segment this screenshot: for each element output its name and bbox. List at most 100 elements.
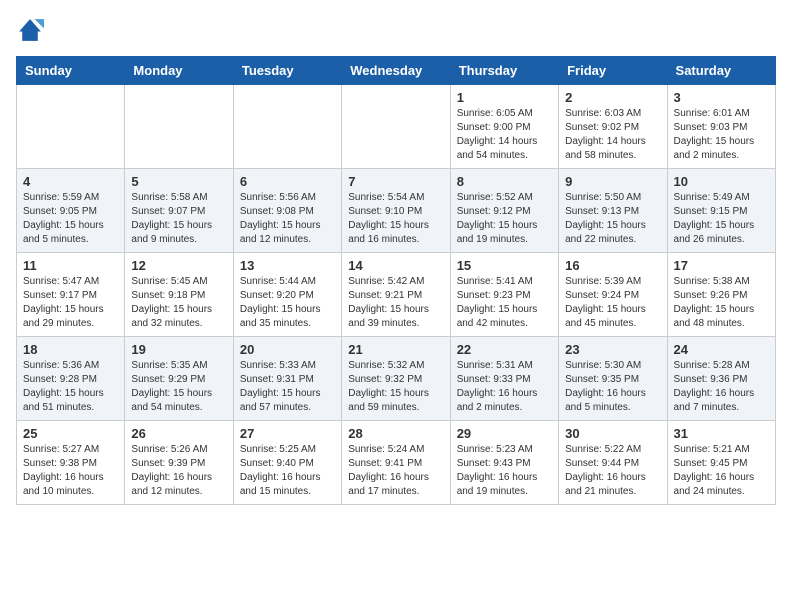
day-info: Sunrise: 5:56 AM Sunset: 9:08 PM Dayligh… (240, 191, 335, 247)
calendar-cell: 11 Sunrise: 5:47 AM Sunset: 9:17 PM Dayli… (17, 253, 125, 337)
day-info: Sunrise: 5:35 AM Sunset: 9:29 PM Dayligh… (131, 359, 226, 415)
calendar-cell: 2 Sunrise: 6:03 AM Sunset: 9:02 PM Daylig… (559, 85, 667, 169)
day-info: Sunrise: 5:24 AM Sunset: 9:41 PM Dayligh… (348, 443, 443, 499)
day-info: Sunrise: 6:01 AM Sunset: 9:03 PM Dayligh… (674, 107, 769, 163)
calendar-cell: 14 Sunrise: 5:42 AM Sunset: 9:21 PM Dayli… (342, 253, 450, 337)
day-number: 8 (457, 174, 552, 189)
calendar-cell: 16 Sunrise: 5:39 AM Sunset: 9:24 PM Dayli… (559, 253, 667, 337)
day-number: 17 (674, 258, 769, 273)
day-number: 9 (565, 174, 660, 189)
calendar-cell (17, 85, 125, 169)
day-number: 25 (23, 426, 118, 441)
day-number: 5 (131, 174, 226, 189)
calendar-cell: 21 Sunrise: 5:32 AM Sunset: 9:32 PM Dayli… (342, 337, 450, 421)
day-info: Sunrise: 5:44 AM Sunset: 9:20 PM Dayligh… (240, 275, 335, 331)
day-number: 26 (131, 426, 226, 441)
day-number: 30 (565, 426, 660, 441)
day-number: 2 (565, 90, 660, 105)
calendar-cell: 3Sunrise: 6:01 AM Sunset: 9:03 PM Daylig… (667, 85, 775, 169)
day-info: Sunrise: 5:27 AM Sunset: 9:38 PM Dayligh… (23, 443, 118, 499)
day-info: Sunrise: 5:33 AM Sunset: 9:31 PM Dayligh… (240, 359, 335, 415)
day-info: Sunrise: 5:58 AM Sunset: 9:07 PM Dayligh… (131, 191, 226, 247)
weekday-header-thursday: Thursday (450, 57, 558, 85)
day-info: Sunrise: 5:59 AM Sunset: 9:05 PM Dayligh… (23, 191, 118, 247)
calendar-cell: 1Sunrise: 6:05 AM Sunset: 9:00 PM Daylig… (450, 85, 558, 169)
calendar-cell: 28Sunrise: 5:24 AM Sunset: 9:41 PM Dayli… (342, 421, 450, 505)
weekday-header-monday: Monday (125, 57, 233, 85)
calendar-table: SundayMondayTuesdayWednesdayThursdayFrid… (16, 56, 776, 505)
day-info: Sunrise: 5:41 AM Sunset: 9:23 PM Dayligh… (457, 275, 552, 331)
day-number: 18 (23, 342, 118, 357)
day-info: Sunrise: 5:45 AM Sunset: 9:18 PM Dayligh… (131, 275, 226, 331)
day-number: 12 (131, 258, 226, 273)
calendar-week-2: 4 Sunrise: 5:59 AM Sunset: 9:05 PM Daylig… (17, 169, 776, 253)
day-info: Sunrise: 5:36 AM Sunset: 9:28 PM Dayligh… (23, 359, 118, 415)
day-info: Sunrise: 5:47 AM Sunset: 9:17 PM Dayligh… (23, 275, 118, 331)
day-number: 4 (23, 174, 118, 189)
day-info: Sunrise: 5:49 AM Sunset: 9:15 PM Dayligh… (674, 191, 769, 247)
calendar-cell: 27Sunrise: 5:25 AM Sunset: 9:40 PM Dayli… (233, 421, 341, 505)
weekday-header-wednesday: Wednesday (342, 57, 450, 85)
weekday-header-row: SundayMondayTuesdayWednesdayThursdayFrid… (17, 57, 776, 85)
day-number: 29 (457, 426, 552, 441)
calendar-cell: 25 Sunrise: 5:27 AM Sunset: 9:38 PM Dayli… (17, 421, 125, 505)
calendar-week-3: 11 Sunrise: 5:47 AM Sunset: 9:17 PM Dayli… (17, 253, 776, 337)
day-number: 19 (131, 342, 226, 357)
calendar-cell: 24Sunrise: 5:28 AM Sunset: 9:36 PM Dayli… (667, 337, 775, 421)
calendar-cell (233, 85, 341, 169)
day-info: Sunrise: 5:23 AM Sunset: 9:43 PM Dayligh… (457, 443, 552, 499)
calendar-cell (125, 85, 233, 169)
calendar-cell: 20 Sunrise: 5:33 AM Sunset: 9:31 PM Dayli… (233, 337, 341, 421)
day-info: Sunrise: 5:21 AM Sunset: 9:45 PM Dayligh… (674, 443, 769, 499)
day-info: Sunrise: 5:22 AM Sunset: 9:44 PM Dayligh… (565, 443, 660, 499)
calendar-cell: 30 Sunrise: 5:22 AM Sunset: 9:44 PM Dayli… (559, 421, 667, 505)
calendar-cell: 23 Sunrise: 5:30 AM Sunset: 9:35 PM Dayli… (559, 337, 667, 421)
weekday-header-friday: Friday (559, 57, 667, 85)
calendar-cell: 9 Sunrise: 5:50 AM Sunset: 9:13 PM Daylig… (559, 169, 667, 253)
day-number: 14 (348, 258, 443, 273)
day-number: 16 (565, 258, 660, 273)
day-info: Sunrise: 5:39 AM Sunset: 9:24 PM Dayligh… (565, 275, 660, 331)
calendar-cell: 18 Sunrise: 5:36 AM Sunset: 9:28 PM Dayli… (17, 337, 125, 421)
calendar-week-4: 18 Sunrise: 5:36 AM Sunset: 9:28 PM Dayli… (17, 337, 776, 421)
calendar-cell: 10 Sunrise: 5:49 AM Sunset: 9:15 PM Dayli… (667, 169, 775, 253)
weekday-header-tuesday: Tuesday (233, 57, 341, 85)
day-info: Sunrise: 5:54 AM Sunset: 9:10 PM Dayligh… (348, 191, 443, 247)
calendar-cell: 31 Sunrise: 5:21 AM Sunset: 9:45 PM Dayli… (667, 421, 775, 505)
day-info: Sunrise: 5:42 AM Sunset: 9:21 PM Dayligh… (348, 275, 443, 331)
calendar-cell: 7Sunrise: 5:54 AM Sunset: 9:10 PM Daylig… (342, 169, 450, 253)
calendar-cell: 5 Sunrise: 5:58 AM Sunset: 9:07 PM Daylig… (125, 169, 233, 253)
day-info: Sunrise: 5:38 AM Sunset: 9:26 PM Dayligh… (674, 275, 769, 331)
day-info: Sunrise: 5:30 AM Sunset: 9:35 PM Dayligh… (565, 359, 660, 415)
calendar-week-1: 1Sunrise: 6:05 AM Sunset: 9:00 PM Daylig… (17, 85, 776, 169)
logo-icon (16, 16, 44, 44)
calendar-cell: 13Sunrise: 5:44 AM Sunset: 9:20 PM Dayli… (233, 253, 341, 337)
day-info: Sunrise: 6:03 AM Sunset: 9:02 PM Dayligh… (565, 107, 660, 163)
calendar-cell: 12 Sunrise: 5:45 AM Sunset: 9:18 PM Dayli… (125, 253, 233, 337)
calendar-cell (342, 85, 450, 169)
day-info: Sunrise: 6:05 AM Sunset: 9:00 PM Dayligh… (457, 107, 552, 163)
day-number: 10 (674, 174, 769, 189)
day-number: 23 (565, 342, 660, 357)
day-number: 6 (240, 174, 335, 189)
day-number: 31 (674, 426, 769, 441)
calendar-cell: 15Sunrise: 5:41 AM Sunset: 9:23 PM Dayli… (450, 253, 558, 337)
weekday-header-saturday: Saturday (667, 57, 775, 85)
day-number: 21 (348, 342, 443, 357)
calendar-cell: 6 Sunrise: 5:56 AM Sunset: 9:08 PM Daylig… (233, 169, 341, 253)
weekday-header-sunday: Sunday (17, 57, 125, 85)
logo (16, 16, 48, 44)
calendar-cell: 19 Sunrise: 5:35 AM Sunset: 9:29 PM Dayli… (125, 337, 233, 421)
day-info: Sunrise: 5:32 AM Sunset: 9:32 PM Dayligh… (348, 359, 443, 415)
page-header (16, 16, 776, 44)
day-info: Sunrise: 5:28 AM Sunset: 9:36 PM Dayligh… (674, 359, 769, 415)
day-number: 20 (240, 342, 335, 357)
day-info: Sunrise: 5:52 AM Sunset: 9:12 PM Dayligh… (457, 191, 552, 247)
calendar-cell: 4 Sunrise: 5:59 AM Sunset: 9:05 PM Daylig… (17, 169, 125, 253)
day-number: 22 (457, 342, 552, 357)
day-info: Sunrise: 5:25 AM Sunset: 9:40 PM Dayligh… (240, 443, 335, 499)
day-number: 11 (23, 258, 118, 273)
day-info: Sunrise: 5:50 AM Sunset: 9:13 PM Dayligh… (565, 191, 660, 247)
calendar-week-5: 25 Sunrise: 5:27 AM Sunset: 9:38 PM Dayli… (17, 421, 776, 505)
day-info: Sunrise: 5:31 AM Sunset: 9:33 PM Dayligh… (457, 359, 552, 415)
